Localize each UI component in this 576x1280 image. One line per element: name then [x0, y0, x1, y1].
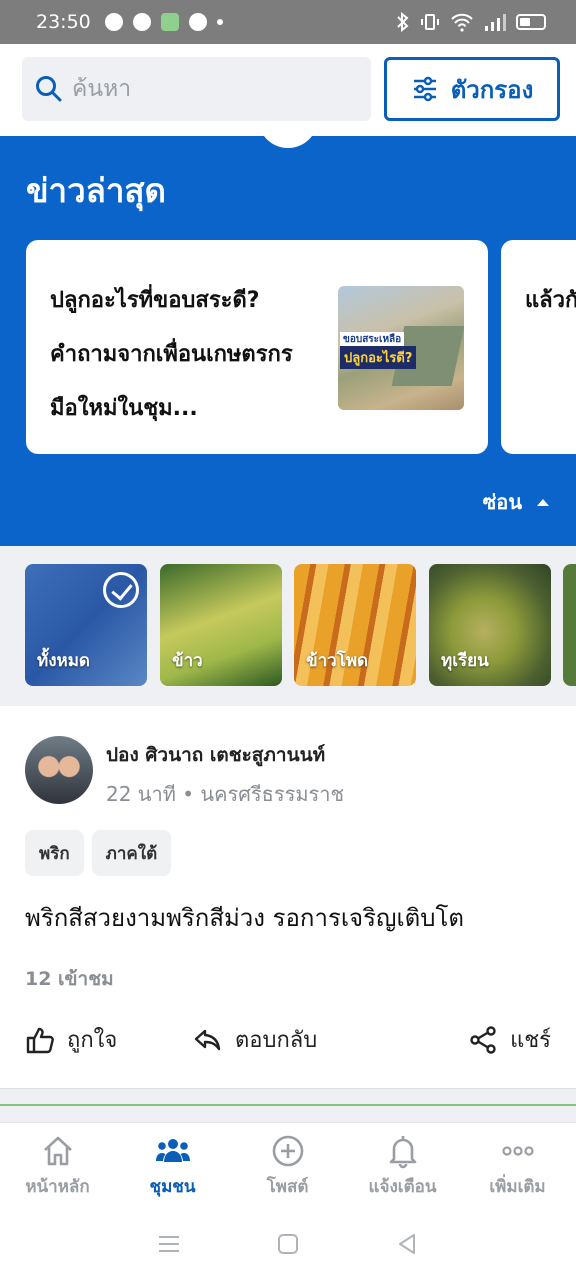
- back-icon[interactable]: [394, 1231, 420, 1257]
- latest-news-section: ข่าวล่าสุด ปลูกอะไรที่ขอบสระดี? คำถามจาก…: [0, 136, 576, 546]
- dot-icon: [216, 19, 223, 25]
- nav-item-more[interactable]: เพิ่มเติม: [460, 1133, 575, 1200]
- category-label: ข้าว: [172, 651, 203, 671]
- thumbnail-label-bottom: ปลูกอะไรดี?: [340, 346, 417, 369]
- reply-button[interactable]: ตอบกลับ: [193, 1022, 317, 1057]
- signal-icon: [485, 14, 506, 31]
- discord-icon: [132, 13, 151, 31]
- nav-item-post[interactable]: โพสต์: [230, 1133, 345, 1200]
- more-icon: [501, 1146, 534, 1156]
- category-label: ทั้งหมด: [37, 651, 90, 671]
- filter-button[interactable]: ตัวกรอง: [384, 57, 560, 121]
- bell-icon: [389, 1136, 416, 1169]
- line-icon: [104, 13, 123, 31]
- reply-label: ตอบกลับ: [235, 1028, 318, 1053]
- system-nav-bar: [0, 1208, 576, 1280]
- category-rice[interactable]: ข้าว: [160, 564, 282, 686]
- post-actions: ถูกใจ ตอบกลับ แชร์: [25, 1022, 551, 1062]
- wifi-icon: [451, 13, 473, 32]
- news-thumbnail: ขอบสระเหลือ ปลูกอะไรดี?: [338, 286, 464, 410]
- pull-handle[interactable]: [258, 136, 318, 148]
- avatar[interactable]: [25, 736, 93, 804]
- add-post-icon: [272, 1135, 303, 1167]
- post-tags: พริก ภาคใต้: [25, 830, 172, 876]
- hide-news-button[interactable]: ซ่อน: [483, 486, 550, 518]
- category-partial[interactable]: [563, 564, 576, 686]
- nav-label: ชุมชน: [149, 1177, 196, 1197]
- status-time: 23:50: [36, 11, 91, 33]
- news-card[interactable]: แล้วกัน . .: [501, 240, 576, 454]
- news-card[interactable]: ปลูกอะไรที่ขอบสระดี? คำถามจากเพื่อนเกษตร…: [26, 240, 488, 454]
- nav-label: โพสต์: [266, 1177, 309, 1197]
- nav-label: หน้าหลัก: [25, 1177, 90, 1197]
- post-meta: 22 นาที • นครศรีธรรมราช: [106, 782, 345, 806]
- nav-label: แจ้งเตือน: [368, 1177, 437, 1197]
- notification-icons: [104, 13, 223, 31]
- category-corn[interactable]: ข้าวโพด: [294, 564, 416, 686]
- home-icon: [43, 1136, 72, 1166]
- search-input[interactable]: [72, 76, 332, 102]
- share-label: แชร์: [510, 1028, 551, 1053]
- news-card-text: แล้วกัน . .: [525, 288, 576, 313]
- category-durian[interactable]: ทุเรียน: [429, 564, 551, 686]
- system-icons: [396, 12, 546, 32]
- category-label: ทุเรียน: [441, 651, 489, 671]
- filter-sliders-icon: [413, 76, 436, 102]
- check-circle-icon: [103, 572, 139, 608]
- status-bar: 23:50: [0, 0, 576, 44]
- category-strip: ทั้งหมด ข้าว ข้าวโพด ทุเรียน: [0, 546, 576, 706]
- search-box[interactable]: [22, 57, 371, 121]
- app-icon: [160, 13, 179, 31]
- next-post-edge: [0, 1104, 576, 1106]
- home-button-icon[interactable]: [275, 1231, 301, 1257]
- nav-item-notifications[interactable]: แจ้งเตือน: [345, 1133, 460, 1200]
- post-text[interactable]: พริกสีสวยงามพริกสีม่วง รอการเจริญเติบโต: [25, 898, 464, 937]
- news-title: ข่าวล่าสุด: [26, 171, 166, 210]
- search-header: ตัวกรอง: [0, 44, 576, 136]
- thumbs-up-icon: [26, 1027, 54, 1053]
- bluetooth-icon: [397, 12, 409, 32]
- nav-label: เพิ่มเติม: [489, 1177, 546, 1197]
- nav-item-community[interactable]: ชุมชน: [115, 1133, 230, 1200]
- share-icon: [470, 1025, 496, 1054]
- share-button[interactable]: แชร์: [468, 1022, 551, 1057]
- search-icon: [36, 76, 62, 102]
- community-icon: [155, 1139, 190, 1162]
- hide-label: ซ่อน: [482, 490, 522, 514]
- category-label: ข้าวโพด: [306, 651, 369, 671]
- post-views: 12 เข้าชม: [25, 968, 114, 990]
- news-card-text: ปลูกอะไรที่ขอบสระดี? คำถามจากเพื่อนเกษตร…: [50, 288, 293, 421]
- thumbnail-label-top: ขอบสระเหลือ: [340, 332, 405, 347]
- category-all[interactable]: ทั้งหมด: [25, 564, 147, 686]
- battery-icon: [516, 14, 546, 30]
- messenger-icon: [188, 13, 207, 31]
- bottom-nav: หน้าหลัก ชุมชน โพสต์ แจ้งเตือน เพิ่มเติม: [0, 1122, 576, 1208]
- caret-up-icon: [537, 499, 549, 506]
- filter-label: ตัวกรอง: [450, 75, 534, 104]
- post-author[interactable]: ปอง ศิวนาถ เตชะสูภานนท์: [106, 740, 325, 770]
- like-button[interactable]: ถูกใจ: [25, 1022, 117, 1057]
- tag-chip[interactable]: ภาคใต้: [91, 830, 172, 876]
- community-post: ปอง ศิวนาถ เตชะสูภานนท์ 22 นาที • นครศรี…: [0, 706, 576, 1092]
- tag-chip[interactable]: พริก: [25, 830, 84, 876]
- recent-apps-icon[interactable]: [156, 1231, 182, 1257]
- like-label: ถูกใจ: [67, 1028, 118, 1053]
- reply-icon: [194, 1029, 221, 1050]
- vibrate-icon: [421, 14, 439, 30]
- nav-item-home[interactable]: หน้าหลัก: [0, 1133, 115, 1200]
